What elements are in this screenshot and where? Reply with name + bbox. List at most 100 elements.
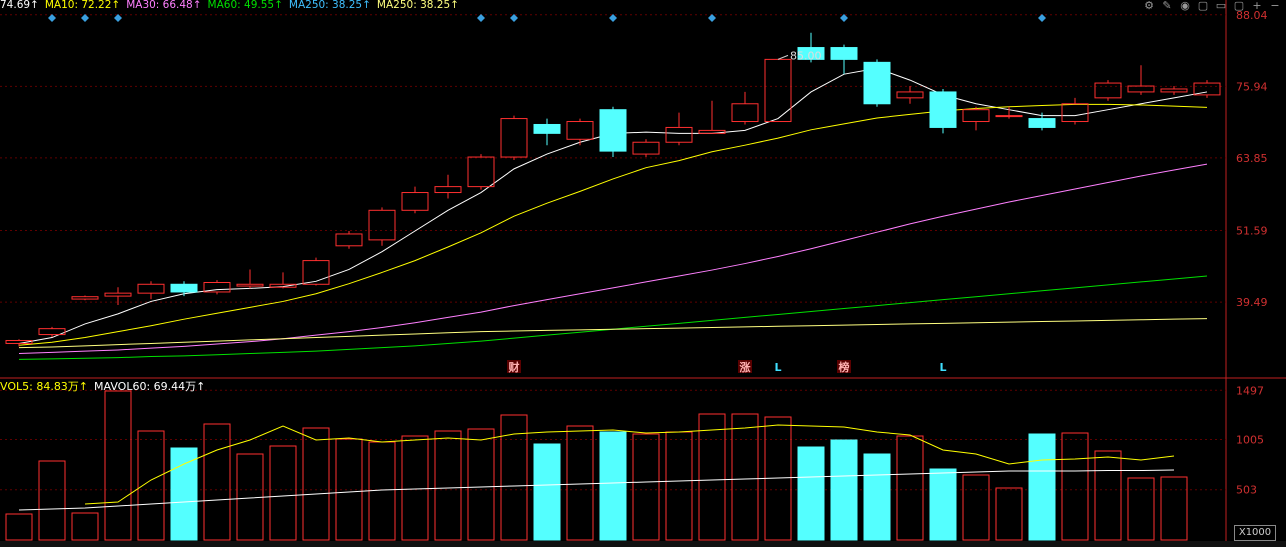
volume-legend: VOL5: 84.83万↑ MAVOL60: 69.44万↑ xyxy=(0,380,211,393)
price-tick-label: 51.59 xyxy=(1236,224,1268,237)
volume-bar xyxy=(170,447,198,541)
candle-body xyxy=(434,186,462,194)
price-tick-label: 75.94 xyxy=(1236,80,1268,93)
volume-bar xyxy=(1160,476,1188,541)
diamond-marker xyxy=(48,14,56,22)
volume-bar xyxy=(401,435,429,541)
volume-bar xyxy=(71,512,99,541)
candle-body xyxy=(1094,82,1122,99)
event-label: L xyxy=(939,361,946,374)
diamond-marker xyxy=(1038,14,1046,22)
volume-bar xyxy=(302,427,330,541)
candle-body xyxy=(500,118,528,158)
candle-body xyxy=(896,91,924,99)
candle-body xyxy=(599,109,627,152)
volume-bar xyxy=(467,428,495,541)
volume-unit-label: X1000 xyxy=(1234,525,1276,541)
ma-line-ma30 xyxy=(18,163,1208,355)
high-annotation-line xyxy=(777,54,789,60)
candle-body xyxy=(1028,118,1056,128)
bottom-tab-strip[interactable] xyxy=(0,541,1286,547)
view-icon[interactable]: ◉ xyxy=(1178,0,1192,12)
volume-bar xyxy=(104,390,132,541)
candle-body xyxy=(104,292,132,297)
candle-body xyxy=(71,296,99,300)
candle-body xyxy=(1127,85,1155,93)
volume-tick-label: 1005 xyxy=(1236,434,1264,447)
volume-bar xyxy=(665,431,693,541)
candle-body xyxy=(830,47,858,60)
candle-body xyxy=(698,129,726,134)
mavol60-value: MAVOL60: 69.44万↑ xyxy=(94,380,206,393)
volume-bar xyxy=(698,413,726,541)
panel-icon[interactable]: ▭ xyxy=(1214,0,1228,12)
volume-bar xyxy=(896,435,924,541)
event-label: 榜 xyxy=(839,360,850,374)
event-label: 财 xyxy=(508,360,520,374)
ma60-value: MA60: 49.55↑ xyxy=(207,0,283,11)
volume-bar xyxy=(1127,477,1155,541)
volume-bar xyxy=(1028,433,1056,541)
layout-icon[interactable]: ▢ xyxy=(1232,0,1246,12)
mavol5-value: VOL5: 84.83万↑ xyxy=(0,380,89,393)
zoom-in-icon[interactable]: + xyxy=(1250,0,1264,12)
volume-bar xyxy=(1061,432,1089,541)
candle-body xyxy=(1160,88,1188,93)
volume-bar xyxy=(830,439,858,541)
candle-body xyxy=(335,233,363,247)
volume-bar xyxy=(38,460,66,541)
price-tick-label: 63.85 xyxy=(1236,152,1268,165)
candle-body xyxy=(467,156,495,188)
diamond-marker xyxy=(477,14,485,22)
ma250-value-2: MA250: 38.25↑ xyxy=(376,0,459,11)
ma250-value: MA250: 38.25↑ xyxy=(288,0,371,11)
zoom-out-icon[interactable]: − xyxy=(1268,0,1282,12)
ma10-value: MA10: 72.22↑ xyxy=(44,0,121,11)
candle-body xyxy=(995,115,1023,118)
candle-body xyxy=(401,192,429,211)
volume-bar xyxy=(995,487,1023,541)
volume-bar xyxy=(929,468,957,541)
volume-bar xyxy=(962,474,990,541)
candle-body xyxy=(863,61,891,105)
volume-bar xyxy=(1094,450,1122,541)
volume-bar xyxy=(632,433,660,541)
price-tick-label: 39.49 xyxy=(1236,296,1268,309)
volume-bar xyxy=(599,431,627,541)
volume-tick-label: 503 xyxy=(1236,484,1257,497)
diamond-marker xyxy=(81,14,89,22)
ma30-value: MA30: 66.48↑ xyxy=(126,0,202,11)
volume-bar xyxy=(335,438,363,541)
candle-body xyxy=(302,260,330,285)
volume-bar xyxy=(533,443,561,541)
diamond-marker xyxy=(708,14,716,22)
volume-bar xyxy=(5,513,33,541)
candle-body xyxy=(929,91,957,128)
volume-bar xyxy=(269,445,297,541)
candle-body xyxy=(962,109,990,123)
candle-body xyxy=(566,121,594,140)
draw-icon[interactable]: ✎ xyxy=(1160,0,1174,12)
volume-tick-label: 1497 xyxy=(1236,384,1264,397)
candle-body xyxy=(665,126,693,143)
ma-legend: 74.69↑ MA10: 72.22↑ MA30: 66.48↑ MA60: 49.5… xyxy=(0,0,465,12)
ma5-value: 74.69↑ xyxy=(0,0,39,11)
ma-line-ma250b xyxy=(18,318,1208,349)
mavol5-line xyxy=(84,424,1175,505)
window-icon[interactable]: ▢ xyxy=(1196,0,1210,12)
candle-body xyxy=(269,283,297,288)
candle-body xyxy=(170,283,198,293)
volume-bar xyxy=(434,430,462,541)
volume-bar xyxy=(731,413,759,541)
volume-bar xyxy=(203,423,231,541)
volume-bar xyxy=(566,425,594,541)
candle-body xyxy=(632,141,660,155)
volume-bar xyxy=(797,446,825,541)
volume-bar xyxy=(863,453,891,541)
candle-body xyxy=(1061,103,1089,123)
settings-icon[interactable]: ⚙ xyxy=(1142,0,1156,12)
high-annotation-label: 85.00 xyxy=(790,49,822,62)
event-label: 涨 xyxy=(740,360,751,374)
kline-chart-canvas[interactable]: 88.0475.9463.8551.5939.491497100550385.0… xyxy=(0,0,1286,547)
candle-body xyxy=(731,103,759,123)
